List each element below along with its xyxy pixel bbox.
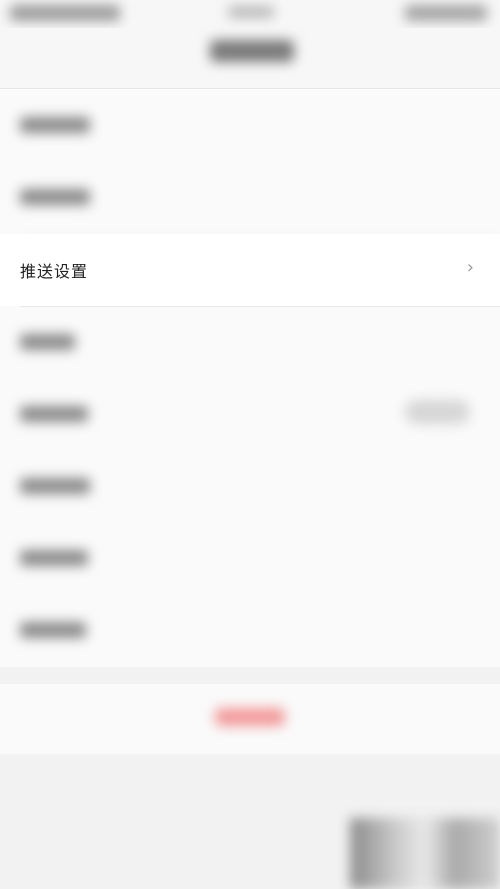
settings-list: 推送设置 › bbox=[0, 89, 500, 667]
status-bar bbox=[0, 0, 500, 28]
settings-row-4-label-blurred bbox=[20, 334, 75, 350]
settings-row-2-label-blurred bbox=[20, 189, 90, 205]
navigation-bar bbox=[0, 28, 500, 89]
settings-row-6-label-blurred bbox=[20, 478, 90, 494]
settings-row-1-label-blurred bbox=[20, 117, 90, 133]
settings-row-4[interactable] bbox=[0, 306, 500, 378]
logout-button-blurred[interactable] bbox=[215, 708, 285, 726]
toggle-switch-blurred[interactable] bbox=[405, 400, 470, 424]
push-settings-label: 推送设置 bbox=[20, 262, 89, 281]
settings-row-2[interactable] bbox=[0, 161, 500, 233]
status-time-blurred bbox=[10, 5, 120, 21]
settings-row-7[interactable] bbox=[0, 522, 500, 594]
status-carrier-blurred bbox=[228, 6, 274, 18]
settings-row-8[interactable] bbox=[0, 594, 500, 666]
chevron-right-icon: › bbox=[466, 257, 474, 278]
settings-row-1[interactable] bbox=[0, 89, 500, 161]
settings-row-6[interactable] bbox=[0, 450, 500, 522]
thumbnail-image-blurred bbox=[350, 818, 500, 889]
settings-row-8-label-blurred bbox=[20, 622, 86, 638]
page-title-blurred bbox=[210, 40, 294, 62]
status-battery-blurred bbox=[405, 5, 487, 21]
push-settings-row[interactable]: 推送设置 › bbox=[0, 234, 500, 306]
settings-row-5-label-blurred bbox=[20, 406, 88, 422]
settings-row-7-label-blurred bbox=[20, 550, 88, 566]
logout-card[interactable] bbox=[0, 684, 500, 754]
